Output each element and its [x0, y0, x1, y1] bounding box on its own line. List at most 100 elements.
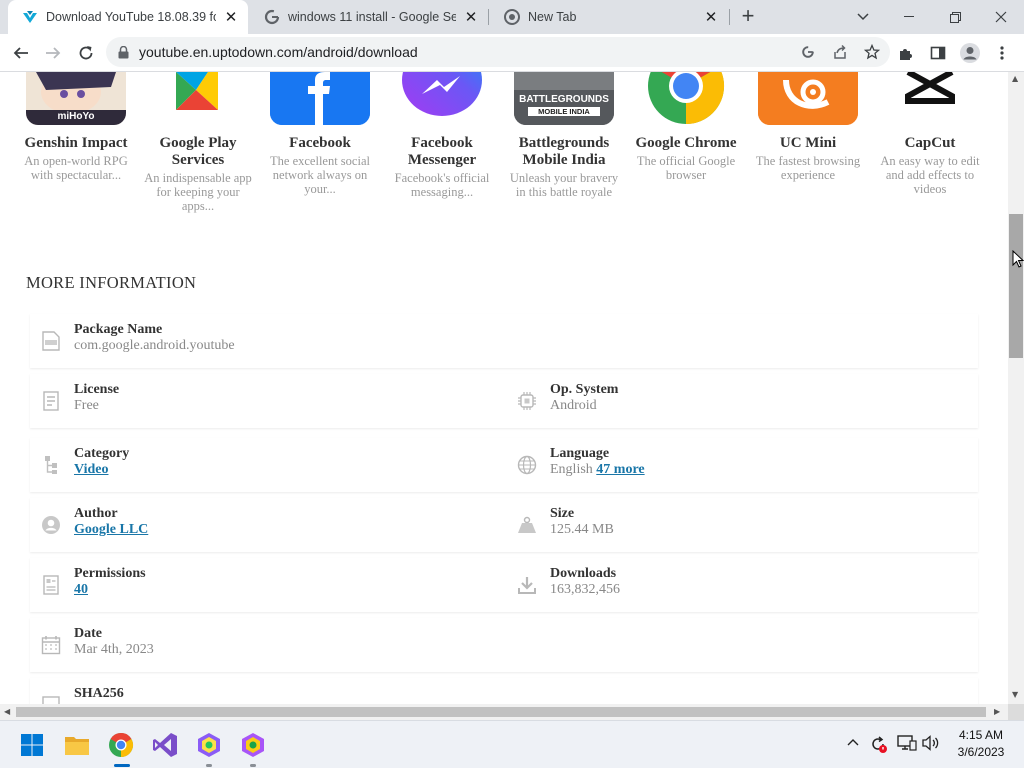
info-label: Category [74, 446, 130, 461]
scroll-left-arrow-icon[interactable]: ◀ [4, 707, 10, 716]
vertical-scrollbar[interactable] [1008, 72, 1024, 704]
info-os: Op. System Android [506, 374, 978, 428]
genshin-impact-icon: miHoYo [26, 72, 126, 125]
app-name: CapCut [904, 135, 956, 151]
permissions-link[interactable]: 40 [74, 582, 88, 597]
app-card-google-chrome[interactable]: Google Chrome The official Google browse… [625, 72, 747, 182]
tab-new-tab[interactable]: New Tab ✕ [490, 0, 728, 34]
google-lens-icon[interactable] [794, 38, 822, 66]
app-description: Unleash your bravery in this battle roya… [509, 171, 619, 199]
close-tab-icon[interactable]: ✕ [702, 8, 720, 26]
app-card-uc-mini[interactable]: UC Mini The fastest browsing experience [747, 72, 869, 182]
extensions-icon[interactable] [892, 39, 920, 67]
info-author: Author Google LLC [30, 498, 500, 552]
info-value: 163,832,456 [550, 582, 620, 597]
bgmi-icon-title: BATTLEGROUNDS [519, 94, 609, 105]
app-description: An open-world RPG with spectacular... [24, 154, 128, 182]
volume-icon[interactable] [922, 735, 940, 756]
info-license: License Free [30, 374, 500, 428]
minimize-button[interactable] [886, 0, 932, 34]
app-name: Facebook [289, 135, 351, 151]
chrome-taskbar-icon[interactable] [107, 731, 135, 759]
scroll-down-arrow-icon[interactable]: ▼ [1012, 690, 1018, 699]
network-icon[interactable] [897, 735, 917, 756]
app-card-google-play-services[interactable]: Google Play Services An indispensable ap… [137, 72, 259, 213]
running-indicator [250, 764, 256, 767]
app-card-facebook[interactable]: Facebook The excellent social network al… [259, 72, 381, 196]
share-icon[interactable] [826, 38, 854, 66]
info-value: Free [74, 398, 99, 413]
profile-avatar-icon[interactable] [956, 39, 984, 67]
info-value-wrap: Video [74, 462, 108, 478]
info-row-sha256: SHA256 [30, 678, 978, 704]
browser-menu-icon[interactable] [988, 39, 1016, 67]
app-name: Battlegrounds Mobile India [518, 135, 610, 168]
info-row-permissions-downloads: Permissions 40 Downloads 163,832,456 [30, 558, 978, 612]
author-link[interactable]: Google LLC [74, 522, 148, 537]
address-bar[interactable]: youtube.en.uptodown.com/android/download [106, 37, 890, 67]
back-button[interactable] [7, 39, 35, 67]
scroll-right-arrow-icon[interactable]: ▶ [994, 707, 1000, 716]
forward-button[interactable] [39, 39, 67, 67]
info-downloads: Downloads 163,832,456 [506, 558, 978, 612]
info-label: Language [550, 446, 610, 461]
info-label: Op. System [550, 382, 619, 397]
file-explorer-icon[interactable] [63, 731, 91, 759]
battlegrounds-icon: BATTLEGROUNDS MOBILE INDIA [514, 72, 614, 125]
reload-button[interactable] [72, 39, 100, 67]
app-card-capcut[interactable]: CapCut An easy way to edit and add effec… [869, 72, 991, 196]
scroll-up-arrow-icon[interactable]: ▲ [1012, 74, 1018, 83]
more-languages-link[interactable]: 47 more [596, 462, 644, 477]
close-window-button[interactable] [978, 0, 1024, 34]
close-tab-icon[interactable]: ✕ [222, 8, 240, 26]
new-tab-button[interactable]: + [736, 5, 760, 29]
clock-time: 4:15 AM [958, 728, 1004, 742]
windows-start-icon[interactable] [18, 731, 46, 759]
tab-separator [488, 9, 489, 25]
app-taskbar-icon-1[interactable] [195, 731, 223, 759]
genshin-icon-brand: miHoYo [57, 111, 95, 122]
app-taskbar-icon-2[interactable] [239, 731, 267, 759]
app-description: The fastest browsing experience [755, 154, 861, 182]
info-label: SHA256 [74, 686, 124, 701]
app-name: Facebook Messenger [407, 135, 477, 168]
horizontal-scrollbar-thumb[interactable] [16, 707, 986, 717]
info-language: Language English 47 more [506, 438, 978, 492]
apk-file-icon [40, 330, 62, 352]
app-description: The official Google browser [636, 154, 736, 182]
info-package-name: Package Name com.google.android.youtube [30, 314, 978, 368]
app-card-genshin[interactable]: miHoYo Genshin Impact An open-world RPG … [15, 72, 137, 182]
app-description: Facebook's official messaging... [394, 171, 490, 199]
page-viewport: miHoYo Genshin Impact An open-world RPG … [0, 72, 1008, 704]
system-clock[interactable]: 4:15 AM 3/6/2023 [946, 727, 1016, 761]
capcut-icon [880, 72, 980, 125]
bookmark-star-icon[interactable] [858, 38, 886, 66]
tab-youtube-download[interactable]: Download YouTube 18.08.39 for ✕ [8, 0, 248, 34]
vertical-scrollbar-thumb[interactable] [1009, 214, 1023, 358]
globe-icon [516, 454, 538, 476]
info-row-package: Package Name com.google.android.youtube [30, 314, 978, 368]
license-document-icon [40, 390, 62, 412]
category-link[interactable]: Video [74, 462, 108, 477]
close-tab-icon[interactable]: ✕ [462, 8, 480, 26]
show-hidden-icons-chevron-icon[interactable] [846, 734, 860, 752]
info-size: Size 125.44 MB [506, 498, 978, 552]
app-card-facebook-messenger[interactable]: Facebook Messenger Facebook's official m… [381, 72, 503, 199]
info-sha256: SHA256 [30, 678, 978, 704]
browser-toolbar: youtube.en.uptodown.com/android/download [0, 34, 1024, 72]
google-icon [264, 9, 280, 25]
weight-icon [516, 514, 538, 536]
tab-search-icon[interactable] [840, 0, 886, 34]
visual-studio-icon[interactable] [151, 731, 179, 759]
info-row-author-size: Author Google LLC Size 125.44 MB [30, 498, 978, 552]
info-value-wrap: English 47 more [550, 462, 645, 478]
sync-status-icon[interactable] [869, 735, 887, 758]
restore-button[interactable] [932, 0, 978, 34]
running-indicator [206, 764, 212, 767]
tab-google-search[interactable]: windows 11 install - Google Sear ✕ [250, 0, 488, 34]
side-panel-icon[interactable] [924, 39, 952, 67]
permissions-list-icon [40, 574, 62, 596]
lock-icon[interactable] [118, 45, 129, 59]
info-label: Downloads [550, 566, 617, 581]
app-card-battlegrounds-mobile-india[interactable]: BATTLEGROUNDS MOBILE INDIA Battlegrounds… [503, 72, 625, 199]
